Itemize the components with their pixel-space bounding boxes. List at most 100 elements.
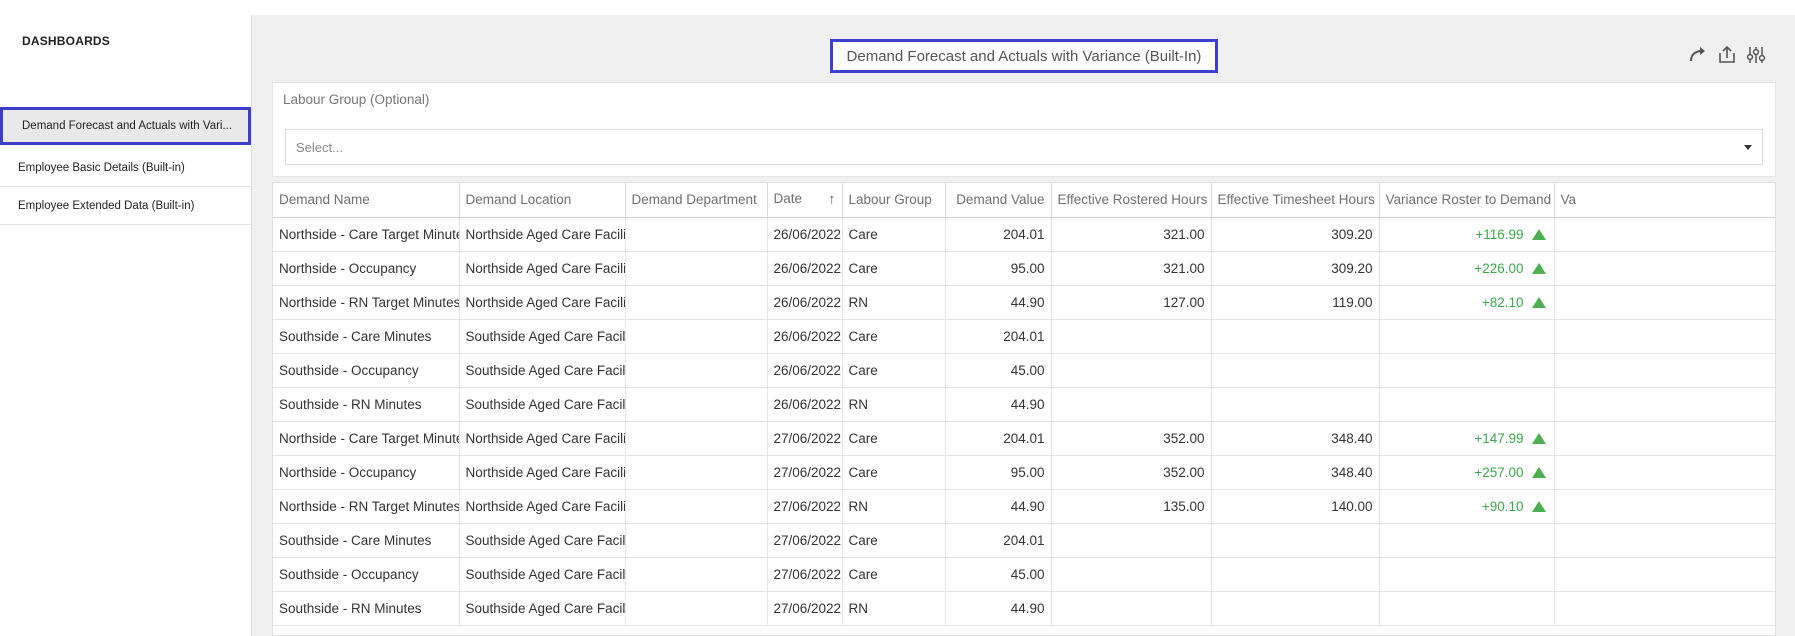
- sidebar-item-employee-extended-data[interactable]: Employee Extended Data (Built-in): [0, 187, 251, 225]
- cell-demand-value: 45.00: [945, 557, 1052, 592]
- labour-group-filter-label: Labour Group (Optional): [283, 92, 430, 107]
- labour-group-select-placeholder: Select...: [296, 139, 343, 155]
- table-row[interactable]: Northside - Occupancy Northside Aged Care…: [273, 251, 1775, 286]
- cell-demand-name: Southside - Care Minutes: [273, 319, 460, 354]
- chevron-down-icon: [1744, 145, 1752, 150]
- cell-demand-location: Northside Aged Care Facility: [459, 251, 626, 286]
- cell-labour-group: Care: [842, 353, 946, 388]
- cell-variance-truncated: [1554, 251, 1775, 286]
- column-header-date-label: Date: [773, 191, 803, 207]
- cell-variance-roster-to-demand: +226.00: [1379, 251, 1555, 286]
- cell-demand-value: 95.00: [945, 251, 1052, 286]
- cell-labour-group: Care: [842, 421, 946, 456]
- cell-effective-timesheet-hours: 309.20: [1211, 251, 1380, 286]
- cell-variance-truncated: [1554, 217, 1775, 252]
- cell-effective-timesheet-hours: 309.20: [1211, 217, 1380, 252]
- cell-variance-roster-to-demand: [1379, 523, 1555, 558]
- sidebar-item-label: Employee Extended Data (Built-in): [18, 199, 195, 212]
- table-row[interactable]: Southside - Care Minutes Southside Aged C…: [273, 319, 1775, 354]
- column-header-demand-value[interactable]: Demand Value: [945, 183, 1052, 218]
- cell-demand-location: Southside Aged Care Facility: [459, 591, 626, 626]
- table-row[interactable]: Southside - RN Minutes Southside Aged Car…: [273, 591, 1775, 626]
- table-row[interactable]: Northside - Care Target Minutes Northside…: [273, 421, 1775, 456]
- cell-effective-rostered-hours: [1051, 353, 1212, 388]
- cell-demand-department: [625, 251, 768, 286]
- cell-variance-truncated: [1554, 285, 1775, 320]
- column-header-effective-rostered-hours[interactable]: Effective Rostered Hours: [1051, 183, 1212, 218]
- trend-up-icon: [1531, 262, 1546, 274]
- cell-effective-rostered-hours: 135.00: [1051, 489, 1212, 524]
- sidebar-item-employee-basic-details[interactable]: Employee Basic Details (Built-in): [0, 149, 251, 187]
- cell-demand-department: [625, 285, 768, 320]
- cell-demand-value: 44.90: [945, 387, 1052, 422]
- cell-demand-name: Northside - Occupancy: [273, 455, 460, 490]
- table-row[interactable]: Northside - Care Target Minutes Northside…: [273, 217, 1775, 252]
- cell-variance-truncated: [1554, 353, 1775, 388]
- cell-effective-rostered-hours: [1051, 523, 1212, 558]
- refresh-icon[interactable]: [1686, 43, 1710, 67]
- column-header-demand-department[interactable]: Demand Department: [625, 183, 768, 218]
- settings-sliders-icon[interactable]: [1744, 43, 1768, 67]
- page-title: Demand Forecast and Actuals with Varianc…: [830, 39, 1218, 73]
- table-row[interactable]: Southside - Occupancy Southside Aged Care…: [273, 557, 1775, 592]
- column-header-labour-group[interactable]: Labour Group: [842, 183, 946, 218]
- cell-demand-value: 44.90: [945, 285, 1052, 320]
- cell-effective-timesheet-hours: 140.00: [1211, 489, 1380, 524]
- cell-demand-value: 44.90: [945, 489, 1052, 524]
- cell-demand-department: [625, 319, 768, 354]
- cell-demand-location: Southside Aged Care Facility: [459, 387, 626, 422]
- sidebar-item-demand-forecast[interactable]: Demand Forecast and Actuals with Vari...: [0, 107, 251, 145]
- sort-ascending-icon: ↑: [828, 191, 836, 209]
- cell-variance-truncated: [1554, 523, 1775, 558]
- column-header-date[interactable]: Date ↑: [767, 183, 843, 218]
- variance-value: +226.00: [1474, 260, 1524, 276]
- cell-demand-location: Southside Aged Care Facility: [459, 523, 626, 558]
- table-row[interactable]: Southside - RN Minutes Southside Aged Car…: [273, 387, 1775, 422]
- cell-effective-rostered-hours: [1051, 557, 1212, 592]
- cell-variance-roster-to-demand: +90.10: [1379, 489, 1555, 524]
- column-header-variance-truncated[interactable]: Va: [1554, 183, 1775, 218]
- cell-date: 27/06/2022: [767, 455, 843, 490]
- cell-demand-name: Southside - Occupancy: [273, 353, 460, 388]
- cell-demand-name: Southside - RN Minutes: [273, 387, 460, 422]
- cell-labour-group: Care: [842, 251, 946, 286]
- column-header-demand-name[interactable]: Demand Name: [273, 183, 460, 218]
- share-icon[interactable]: [1715, 43, 1739, 67]
- sidebar: DASHBOARDS Demand Forecast and Actuals w…: [0, 0, 251, 636]
- cell-variance-truncated: [1554, 387, 1775, 422]
- cell-demand-name: Northside - RN Target Minutes: [273, 285, 460, 320]
- column-header-demand-location[interactable]: Demand Location: [459, 183, 626, 218]
- trend-up-icon: [1531, 500, 1546, 512]
- sidebar-item-label: Employee Basic Details (Built-in): [18, 161, 185, 174]
- table-row[interactable]: Northside - Occupancy Northside Aged Care…: [273, 455, 1775, 490]
- trend-up-icon: [1531, 466, 1546, 478]
- labour-group-select[interactable]: Select...: [285, 129, 1763, 165]
- cell-effective-timesheet-hours: [1211, 387, 1380, 422]
- cell-demand-name: Northside - Occupancy: [273, 251, 460, 286]
- cell-effective-timesheet-hours: 348.40: [1211, 421, 1380, 456]
- cell-effective-rostered-hours: [1051, 591, 1212, 626]
- cell-effective-timesheet-hours: [1211, 557, 1380, 592]
- cell-demand-value: 95.00: [945, 455, 1052, 490]
- cell-demand-name: Northside - Care Target Minutes: [273, 217, 460, 252]
- cell-demand-value: 45.00: [945, 353, 1052, 388]
- cell-demand-value: 204.01: [945, 421, 1052, 456]
- cell-date: 27/06/2022: [767, 591, 843, 626]
- trend-up-icon: [1531, 228, 1546, 240]
- cell-labour-group: RN: [842, 489, 946, 524]
- cell-demand-value: 204.01: [945, 319, 1052, 354]
- variance-value: +82.10: [1481, 294, 1524, 310]
- cell-demand-value: 44.90: [945, 591, 1052, 626]
- table-row[interactable]: Southside - Occupancy Southside Aged Care…: [273, 353, 1775, 388]
- table-row[interactable]: Northside - RN Target Minutes Northside A…: [273, 489, 1775, 524]
- cell-variance-roster-to-demand: +257.00: [1379, 455, 1555, 490]
- cell-effective-timesheet-hours: 348.40: [1211, 455, 1380, 490]
- column-header-variance-roster-to-demand[interactable]: Variance Roster to Demand: [1379, 183, 1555, 218]
- table-row[interactable]: Northside - RN Target Minutes Northside A…: [273, 285, 1775, 320]
- cell-labour-group: RN: [842, 387, 946, 422]
- column-header-effective-timesheet-hours[interactable]: Effective Timesheet Hours: [1211, 183, 1380, 218]
- table-row[interactable]: Southside - Care Minutes Southside Aged C…: [273, 523, 1775, 558]
- variance-value: +90.10: [1481, 498, 1524, 514]
- cell-demand-location: Northside Aged Care Facility: [459, 421, 626, 456]
- sidebar-item-label: Demand Forecast and Actuals with Vari...: [22, 120, 233, 132]
